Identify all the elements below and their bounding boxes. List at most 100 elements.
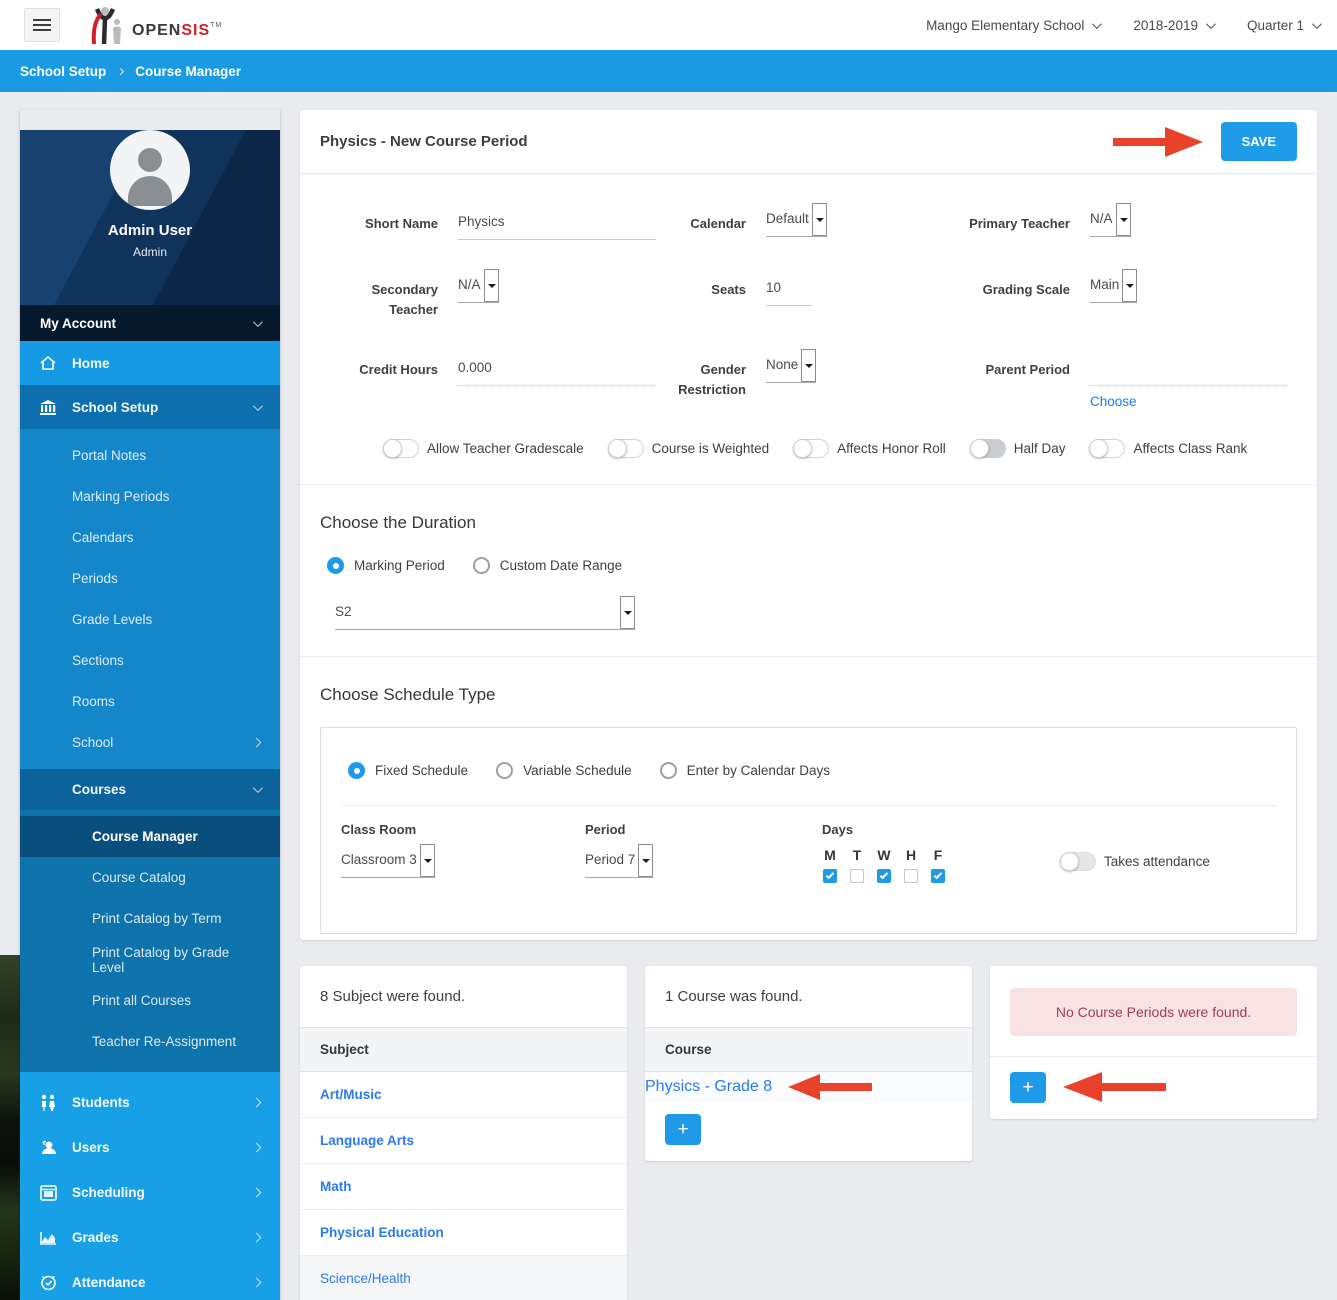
toggle-affects-class-rank[interactable]: Affects Class Rank xyxy=(1089,439,1247,458)
seats-input[interactable] xyxy=(766,276,812,306)
radio-marking-period[interactable]: Marking Period xyxy=(327,557,445,574)
toggle-allow-teacher-gradescale[interactable]: Allow Teacher Gradescale xyxy=(383,439,584,458)
short-name-input[interactable] xyxy=(458,210,656,240)
gender-restriction-value: None xyxy=(766,357,799,372)
subject-row[interactable]: Math xyxy=(300,1164,627,1210)
toggle-switch[interactable] xyxy=(1089,439,1126,458)
radio-unselected-icon[interactable] xyxy=(496,762,514,779)
sidebar-item-attendance[interactable]: Attendance xyxy=(20,1260,280,1300)
radio-custom-date-range[interactable]: Custom Date Range xyxy=(472,557,622,574)
sidebar-item-print-catalog-by-grade-level[interactable]: Print Catalog by Grade Level xyxy=(20,939,280,980)
gender-restriction-select[interactable]: None xyxy=(766,349,817,383)
calendar-select[interactable]: Default xyxy=(766,203,827,237)
radio-enter-by-calendar-days[interactable]: Enter by Calendar Days xyxy=(659,762,830,779)
subject-link[interactable]: Physical Education xyxy=(320,1225,444,1240)
period-select[interactable]: Period 7 xyxy=(585,844,654,878)
subject-link[interactable]: Language Arts xyxy=(320,1133,414,1148)
subject-link[interactable]: Math xyxy=(320,1179,352,1194)
course-row[interactable]: Physics - Grade 8 xyxy=(645,1072,972,1102)
secondary-teacher-select[interactable]: N/A xyxy=(458,269,499,303)
select-dropdown-icon[interactable] xyxy=(811,203,827,236)
day-checkbox[interactable] xyxy=(877,869,891,883)
school-selector[interactable]: Mango Elementary School xyxy=(926,18,1103,33)
sidebar-item-print-catalog-by-term[interactable]: Print Catalog by Term xyxy=(20,898,280,939)
select-dropdown-icon[interactable] xyxy=(801,349,817,382)
sidebar-item-course-catalog[interactable]: Course Catalog xyxy=(20,857,280,898)
sidebar-item-scheduling[interactable]: Scheduling xyxy=(20,1170,280,1215)
day-checkbox[interactable] xyxy=(850,869,864,883)
toggle-switch[interactable] xyxy=(793,439,830,458)
radio-variable-schedule[interactable]: Variable Schedule xyxy=(496,762,632,779)
sidebar-item-users[interactable]: Users xyxy=(20,1125,280,1170)
subject-row[interactable]: Art/Music xyxy=(300,1072,627,1118)
duration-section-title: Choose the Duration xyxy=(320,513,476,532)
add-course-period-button[interactable]: + xyxy=(1010,1071,1046,1103)
toggle-course-is-weighted[interactable]: Course is Weighted xyxy=(607,439,769,458)
radio-fixed-schedule[interactable]: Fixed Schedule xyxy=(348,762,468,779)
primary-teacher-select[interactable]: N/A xyxy=(1090,203,1131,237)
sidebar-item-calendars[interactable]: Calendars xyxy=(20,517,280,558)
save-button[interactable]: SAVE xyxy=(1220,122,1297,161)
sidebar-item-courses[interactable]: Courses xyxy=(20,769,280,810)
day-checkbox[interactable] xyxy=(931,869,945,883)
toggle-affects-honor-roll[interactable]: Affects Honor Roll xyxy=(793,439,946,458)
sidebar-item-marking-periods[interactable]: Marking Periods xyxy=(20,476,280,517)
select-dropdown-icon[interactable] xyxy=(1115,203,1131,236)
hamburger-menu-icon[interactable] xyxy=(24,8,60,42)
sidebar-item-sections[interactable]: Sections xyxy=(20,640,280,681)
radio-selected-icon[interactable] xyxy=(348,762,365,779)
toggle-switch[interactable] xyxy=(607,439,644,458)
sidebar-bottom-nav: Students Users Scheduling Grades Attenda… xyxy=(20,1072,280,1300)
subject-link[interactable]: Science/Health xyxy=(320,1271,411,1286)
sidebar-item-print-all-courses[interactable]: Print all Courses xyxy=(20,980,280,1021)
marking-period-select[interactable]: S2 xyxy=(335,596,635,630)
select-dropdown-icon[interactable] xyxy=(620,596,635,629)
sub-item-label: Periods xyxy=(72,571,118,586)
year-selector[interactable]: 2018-2019 xyxy=(1133,18,1216,33)
sidebar-item-students[interactable]: Students xyxy=(20,1080,280,1125)
sidebar-item-teacher-re-assignment[interactable]: Teacher Re-Assignment xyxy=(20,1021,280,1062)
course-period-form-card: Physics - New Course Period SAVE Short N… xyxy=(300,110,1317,940)
class-room-select[interactable]: Classroom 3 xyxy=(341,844,435,878)
radio-selected-icon[interactable] xyxy=(327,557,344,574)
sidebar-item-grade-levels[interactable]: Grade Levels xyxy=(20,599,280,640)
sidebar-item-school[interactable]: School xyxy=(20,722,280,763)
quarter-selector[interactable]: Quarter 1 xyxy=(1247,18,1322,33)
subject-link[interactable]: Art/Music xyxy=(320,1087,382,1102)
sidebar-item-grades[interactable]: Grades xyxy=(20,1215,280,1260)
credit-hours-input[interactable] xyxy=(458,356,656,386)
toggle-half-day[interactable]: Half Day xyxy=(969,439,1065,458)
course-link[interactable]: Physics - Grade 8 xyxy=(645,1078,772,1096)
toggle-switch[interactable] xyxy=(383,439,419,458)
sidebar-item-portal-notes[interactable]: Portal Notes xyxy=(20,435,280,476)
toggle-takes-attendance[interactable]: Takes attendance xyxy=(1060,852,1210,871)
select-dropdown-icon[interactable] xyxy=(483,269,499,302)
sidebar-item-label: Scheduling xyxy=(72,1185,145,1200)
sidebar-item-home[interactable]: Home xyxy=(20,341,280,385)
subject-row[interactable]: Language Arts xyxy=(300,1118,627,1164)
sidebar-item-school-setup[interactable]: School Setup xyxy=(20,385,280,429)
toggle-switch[interactable] xyxy=(1060,852,1096,871)
subject-row[interactable]: Physical Education xyxy=(300,1210,627,1256)
grading-scale-select[interactable]: Main xyxy=(1090,269,1138,303)
sidebar-item-my-account[interactable]: My Account xyxy=(20,305,280,341)
sidebar-item-rooms[interactable]: Rooms xyxy=(20,681,280,722)
sidebar-item-periods[interactable]: Periods xyxy=(20,558,280,599)
select-dropdown-icon[interactable] xyxy=(638,844,654,877)
subject-row[interactable]: Science/Health xyxy=(300,1256,627,1300)
day-checkbox[interactable] xyxy=(823,869,837,883)
radio-unselected-icon[interactable] xyxy=(659,762,677,779)
select-dropdown-icon[interactable] xyxy=(1122,269,1138,302)
sidebar-item-course-manager[interactable]: Course Manager xyxy=(20,816,280,857)
add-course-button[interactable]: + xyxy=(665,1114,701,1145)
courses-column-header: Course xyxy=(645,1027,972,1072)
breadcrumb-parent[interactable]: School Setup xyxy=(20,64,106,79)
day-checkbox[interactable] xyxy=(904,869,918,883)
select-dropdown-icon[interactable] xyxy=(419,844,435,877)
parent-period-choose-link[interactable]: Choose xyxy=(1090,394,1137,409)
toggle-switch[interactable] xyxy=(969,439,1006,458)
logo-text: OPENSISTM xyxy=(132,22,223,39)
scheduling-icon xyxy=(36,1184,60,1201)
parent-period-input[interactable] xyxy=(1090,356,1288,386)
radio-unselected-icon[interactable] xyxy=(472,557,490,574)
